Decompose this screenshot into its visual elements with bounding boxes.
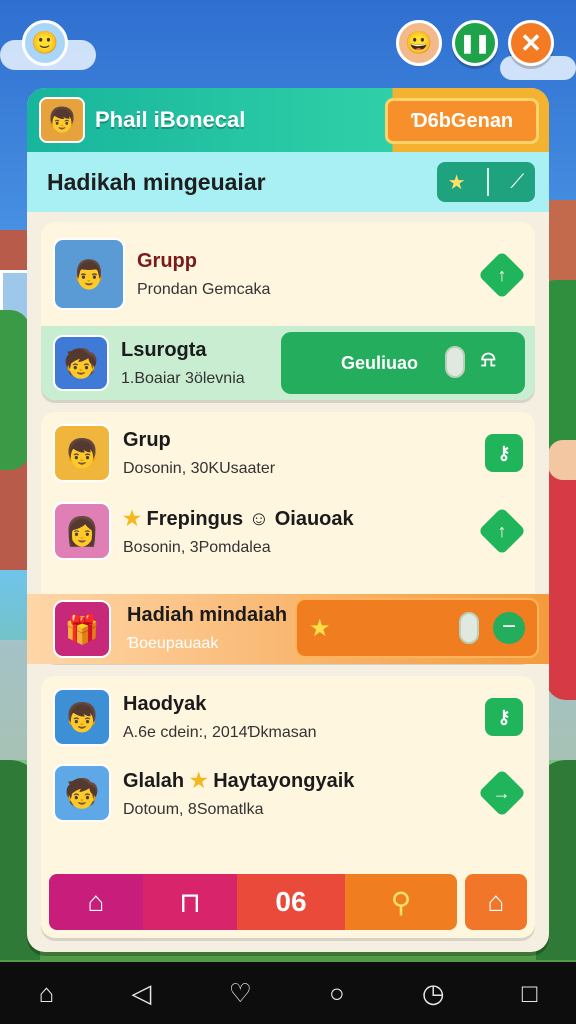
key-icon: ⚷ — [497, 442, 511, 463]
highlight-row: 🧒 Lsurogta 1.Boaiar 3ölevnia Geuliuao ⍾ — [41, 326, 535, 400]
heart-icon[interactable]: ♡ — [229, 978, 252, 1009]
page-title: Hadikah mingeuaiar — [47, 168, 266, 195]
bottom-navigation: ⌂ ⊓ 06 ⚲ ⌂ — [49, 874, 527, 930]
back-icon[interactable]: ◁ — [131, 978, 151, 1009]
list-item[interactable]: 👩 ★ Frepingus ☺ Oiauoak Bosonin, 3Pomdal… — [41, 500, 535, 562]
home-icon: ⌂ — [87, 886, 105, 917]
clock-icon[interactable]: ◷ — [422, 978, 445, 1009]
friend-name: Lsurogta — [121, 338, 207, 361]
avatar: 👨 — [53, 238, 125, 310]
panel-header: 👦 Phail iBonecal Ɗ6bGenan — [27, 88, 549, 152]
avatar: 🧒 — [53, 764, 111, 822]
send-button[interactable]: ↑ — [477, 506, 527, 556]
friend-name: ★ Frepingus ☺ Oiauoak — [123, 507, 354, 530]
store-icon: ⌂ — [487, 886, 505, 917]
list-item[interactable]: 👦 Haodyak A.6e cdein:, 2014Ɗkmasan ⚷ — [41, 686, 535, 748]
home-circle-icon[interactable]: ○ — [329, 978, 345, 1009]
pause-button[interactable]: ❚❚ — [452, 20, 498, 66]
gift-subtitle: Ɓoeupauaak — [127, 635, 219, 652]
friend-name: Glalah ★ Haytayongyaik — [123, 769, 355, 792]
toggle-switch[interactable] — [459, 612, 479, 644]
invite-button[interactable]: Geuliuao ⍾ — [281, 332, 525, 394]
gift-title: Hadiah mindaiah — [127, 604, 288, 626]
key-button[interactable]: ⚷ — [485, 698, 523, 736]
list-item[interactable]: 👨 Grupp Prondan Gemcaka ↑ — [41, 234, 535, 314]
nav-count[interactable]: 06 — [237, 874, 345, 930]
friend-card: 👦 Grup Dosonin, 30KUsaater ⚷ 👩 ★ Freping… — [27, 412, 549, 664]
avatar: 🧒 — [53, 335, 109, 391]
key-button[interactable]: ⚷ — [485, 434, 523, 472]
arrow-right-icon: → — [493, 782, 511, 803]
nav-store[interactable]: ⌂ — [465, 874, 527, 930]
system-navigation-bar: ⌂ ◁ ♡ ○ ◷ □ — [0, 962, 576, 1024]
star-icon: ★ — [189, 769, 208, 792]
friend-name: Grup — [123, 428, 171, 451]
friend-status: Dotoum, 8Somatlka — [123, 800, 264, 818]
invite-button-label: Geuliuao — [341, 352, 419, 373]
profile-thumbnail[interactable]: 👦 — [39, 97, 85, 143]
list-item[interactable]: 🧒 Glalah ★ Haytayongyaik Dotoum, 8Somatl… — [41, 762, 535, 824]
avatar: 👦 — [53, 688, 111, 746]
send-button[interactable]: → — [477, 768, 527, 818]
friend-card: 👨 Grupp Prondan Gemcaka ↑ 🧒 Lsurogta 1.B… — [41, 222, 535, 400]
friend-status: A.6e cdein:, 2014Ɗkmasan — [123, 723, 317, 741]
friend-status: Dosonin, 30KUsaater — [123, 459, 276, 477]
pause-icon: ❚❚ — [459, 32, 491, 53]
bag-icon: ⊓ — [179, 886, 201, 918]
nav-home[interactable]: ⌂ — [49, 874, 143, 930]
wrench-icon[interactable]: ⟋ — [510, 171, 524, 194]
claim-button[interactable]: ★ − — [295, 598, 539, 658]
close-icon: ✕ — [520, 27, 542, 58]
avatar: 👦 — [53, 424, 111, 482]
friend-name: Haodyak — [123, 692, 207, 715]
home-icon[interactable]: ⌂ — [39, 978, 55, 1009]
friend-status: Prondan Gemcaka — [137, 280, 271, 298]
nav-search[interactable]: ⚲ — [345, 874, 457, 930]
arrow-up-icon: ↑ — [497, 264, 507, 285]
star-icon: ★ — [123, 507, 141, 530]
title-bar: Hadikah mingeuaiar ★ ⟋ — [27, 152, 549, 212]
player-avatar[interactable]: 🙂 — [22, 20, 68, 66]
friend-status: 1.Boaiar 3ölevnia — [121, 369, 245, 387]
background-character — [546, 440, 576, 700]
avatar: 👩 — [53, 502, 111, 560]
toggle-switch[interactable] — [445, 346, 465, 378]
divider — [486, 168, 489, 196]
background-tree — [0, 310, 30, 470]
friends-panel: 👦 Phail iBonecal Ɗ6bGenan Hadikah mingeu… — [27, 88, 549, 952]
send-button[interactable]: ↑ — [477, 250, 527, 300]
gift-icon: 🎁 — [53, 600, 111, 658]
search-icon: ⚲ — [390, 886, 412, 918]
bell-icon: ⍾ — [481, 346, 496, 371]
face-icon: ☺ — [248, 507, 270, 530]
friend-avatar[interactable]: 😀 — [396, 20, 442, 66]
profile-name: Phail iBonecal — [95, 107, 246, 132]
list-item[interactable]: 👦 Grup Dosonin, 30KUsaater ⚷ — [41, 422, 535, 484]
header-action-button[interactable]: Ɗ6bGenan — [385, 98, 539, 144]
nav-shop[interactable]: ⊓ — [143, 874, 237, 930]
recents-icon[interactable]: □ — [522, 978, 538, 1009]
star-icon: ★ — [309, 615, 331, 642]
count-label: 06 — [275, 886, 307, 917]
minus-icon: − — [493, 612, 525, 644]
close-button[interactable]: ✕ — [508, 20, 554, 66]
friend-name: Grupp — [137, 249, 197, 272]
title-actions: ★ ⟋ — [437, 162, 535, 202]
key-icon: ⚷ — [497, 706, 511, 727]
gift-row[interactable]: 🎁 Hadiah mindaiah Ɓoeupauaak ★ − — [27, 594, 549, 664]
star-icon[interactable]: ★ — [448, 170, 466, 195]
arrow-up-icon: ↑ — [497, 520, 507, 541]
friend-status: Bosonin, 3Pomdalea — [123, 538, 271, 556]
